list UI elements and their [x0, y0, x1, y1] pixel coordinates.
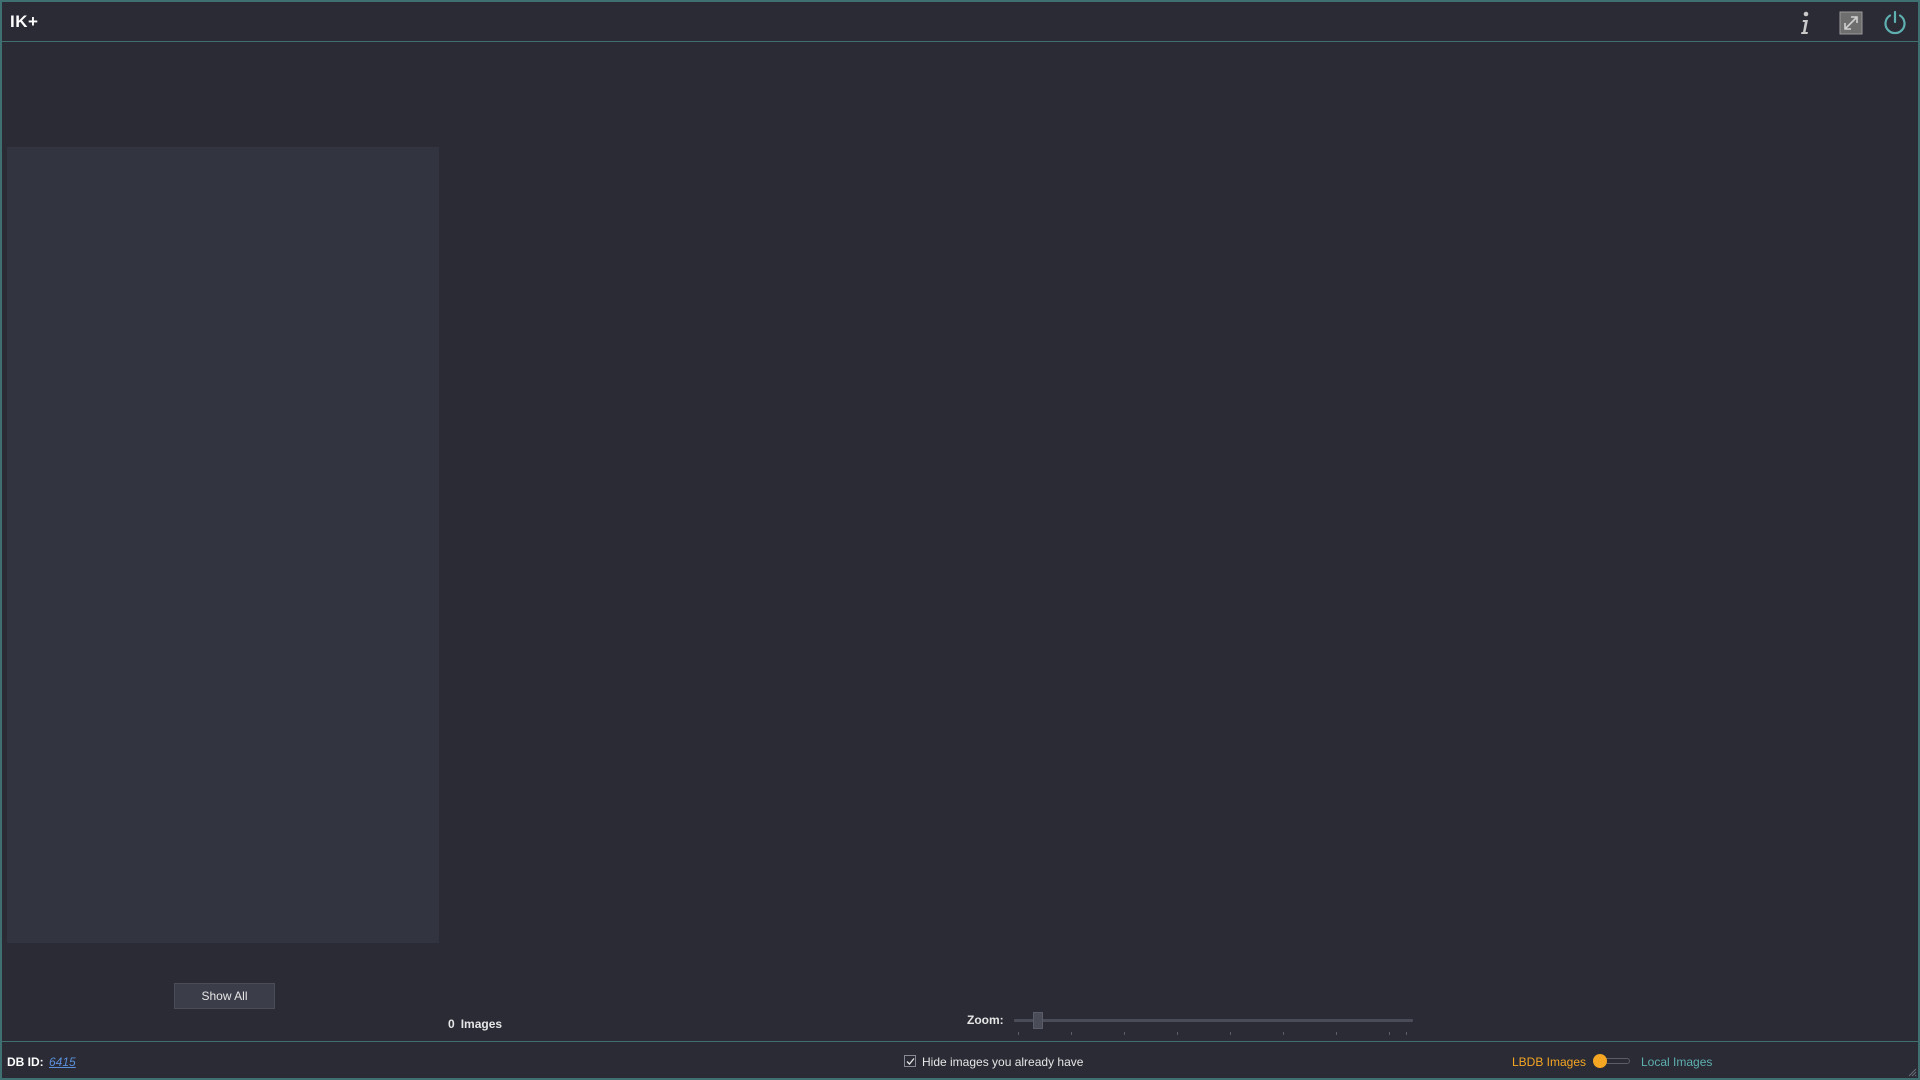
hide-owned-label[interactable]: Hide images you already have	[922, 1055, 1083, 1069]
source-toggle-knob[interactable]	[1593, 1054, 1607, 1068]
power-button[interactable]	[1880, 8, 1910, 38]
db-id-label: DB ID:	[7, 1055, 44, 1069]
image-count-label: Images	[460, 1017, 503, 1031]
local-images-option[interactable]: Local Images	[1641, 1055, 1712, 1069]
zoom-slider-track[interactable]	[1014, 1019, 1413, 1022]
zoom-tick	[1230, 1032, 1231, 1035]
resize-icon	[1839, 11, 1863, 35]
power-icon	[1884, 10, 1906, 35]
app-window: IK+ Show All 0 Images Zoom: DB ID: 6415 …	[0, 0, 1920, 1080]
resize-grip-icon[interactable]	[1907, 1067, 1917, 1077]
zoom-tick	[1283, 1032, 1284, 1035]
zoom-slider-thumb[interactable]	[1033, 1012, 1044, 1029]
show-all-button[interactable]: Show All	[174, 983, 275, 1009]
title-bar[interactable]: IK+	[2, 2, 1918, 42]
image-list-panel[interactable]	[7, 147, 439, 943]
hide-owned-checkbox[interactable]	[904, 1055, 916, 1067]
zoom-tick	[1071, 1032, 1072, 1035]
info-button[interactable]	[1790, 8, 1820, 38]
zoom-slider-ticks	[1018, 1032, 1410, 1036]
zoom-tick	[1406, 1032, 1407, 1035]
zoom-tick	[1124, 1032, 1125, 1035]
status-bar: DB ID: 6415 Hide images you already have…	[2, 1041, 1918, 1078]
lbdb-images-option[interactable]: LBDB Images	[1512, 1055, 1586, 1069]
app-title: IK+	[10, 12, 39, 31]
image-count-value: 0	[448, 1017, 455, 1031]
zoom-label: Zoom:	[967, 1013, 1004, 1027]
image-count: 0 Images	[448, 1017, 502, 1031]
db-id-link[interactable]: 6415	[49, 1055, 76, 1069]
checkmark-icon	[906, 1057, 915, 1065]
zoom-tick	[1336, 1032, 1337, 1035]
info-icon	[1801, 11, 1809, 34]
zoom-tick	[1018, 1032, 1019, 1035]
resize-button[interactable]	[1836, 8, 1866, 38]
zoom-tick	[1389, 1032, 1390, 1035]
zoom-tick	[1177, 1032, 1178, 1035]
